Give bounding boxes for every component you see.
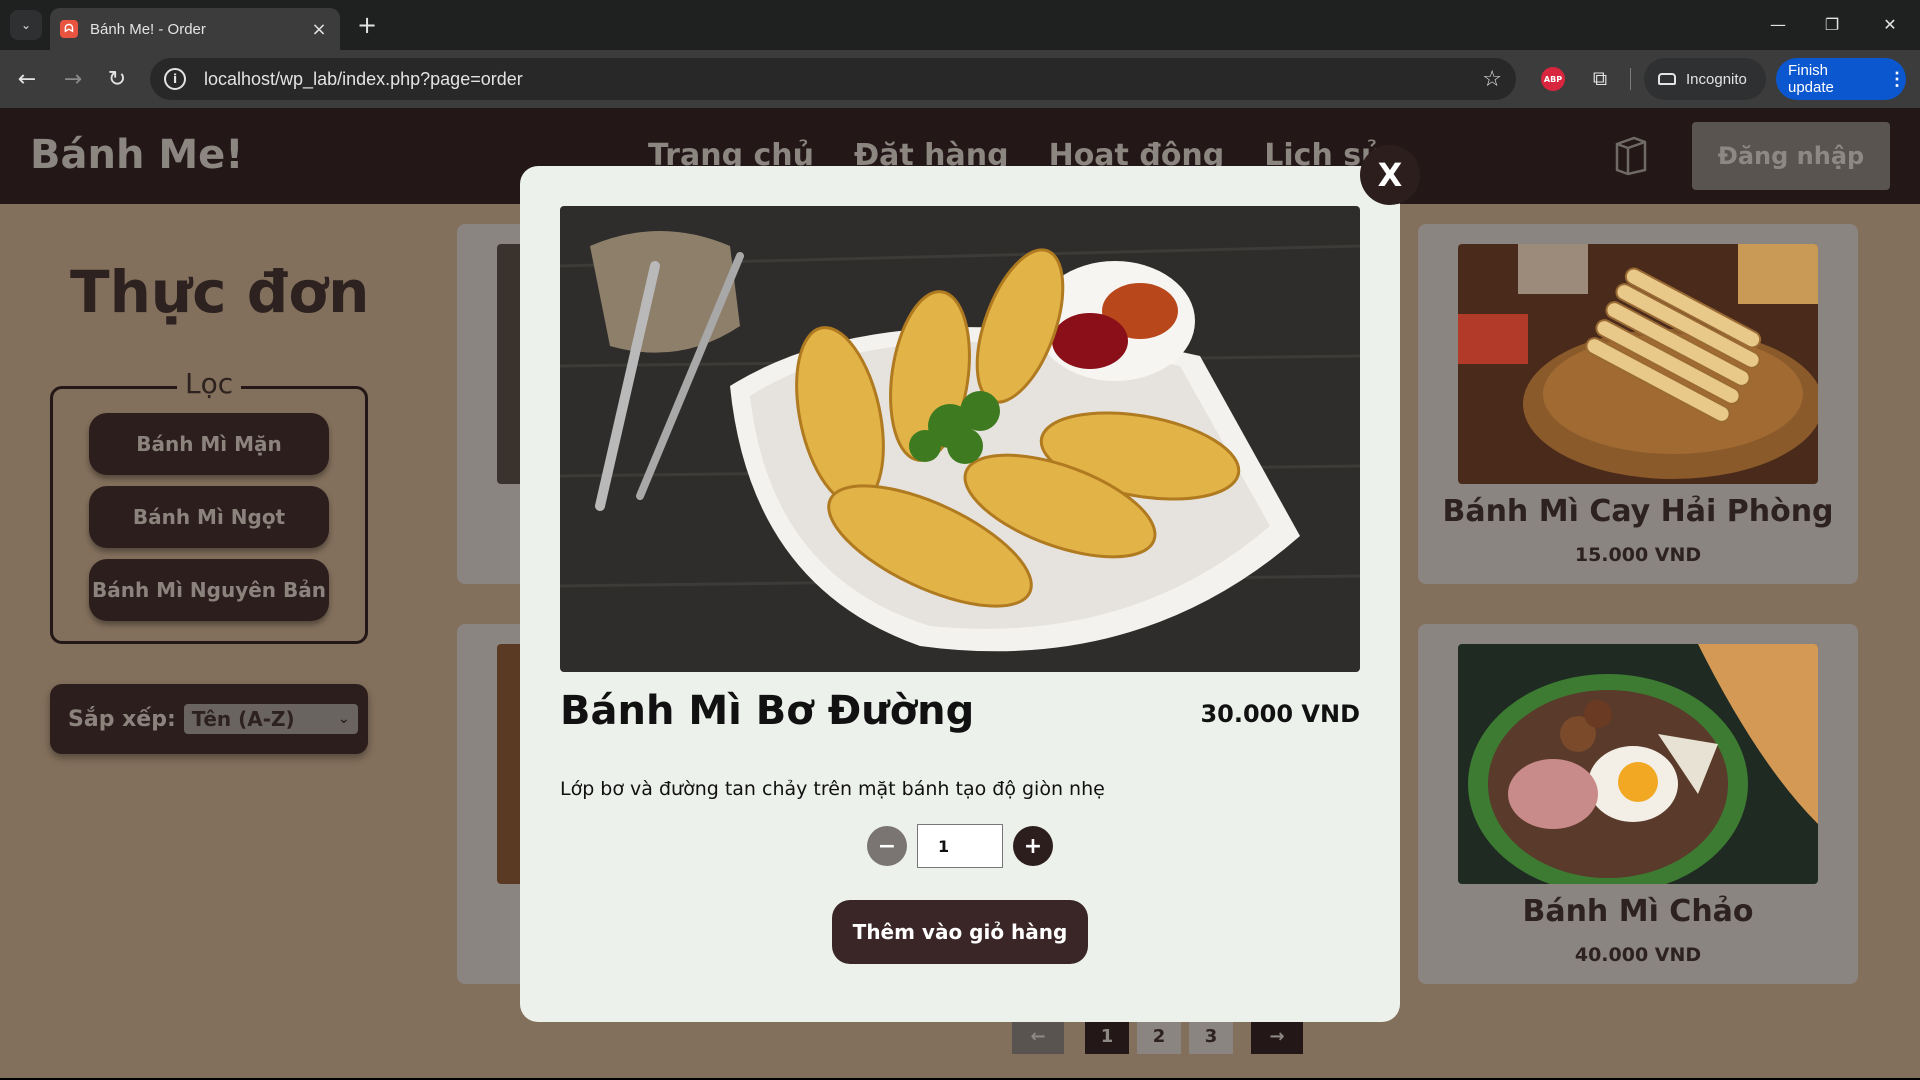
- adblock-icon[interactable]: ABP: [1541, 67, 1565, 91]
- product-detail-image: [560, 206, 1360, 672]
- browser-tabstrip: ⌄ ᗣ Bánh Me! - Order × + — ❐ ✕: [0, 0, 1920, 50]
- close-window-icon[interactable]: ✕: [1870, 8, 1910, 40]
- forward-icon[interactable]: →: [56, 62, 90, 96]
- toolbar-divider: [1630, 68, 1631, 90]
- extensions-icon[interactable]: ⧉: [1586, 64, 1614, 92]
- pagination-next[interactable]: →: [1251, 1018, 1303, 1054]
- bookmark-star-icon[interactable]: ☆: [1482, 67, 1502, 92]
- site-logo[interactable]: Bánh Me!: [30, 132, 244, 178]
- incognito-label: Incognito: [1686, 70, 1747, 88]
- finish-update-label: Finish update: [1788, 62, 1834, 96]
- sort-panel: Sắp xếp: Tên (A-Z) ⌄: [50, 684, 368, 754]
- reload-icon[interactable]: ↻: [100, 62, 134, 96]
- minimize-icon[interactable]: —: [1758, 8, 1798, 40]
- filter-button-original[interactable]: Bánh Mì Nguyên Bản: [89, 559, 329, 621]
- url-text[interactable]: localhost/wp_lab/index.php?page=order: [204, 69, 1482, 90]
- address-bar[interactable]: i localhost/wp_lab/index.php?page=order …: [150, 58, 1516, 100]
- add-to-cart-button[interactable]: Thêm vào giỏ hàng: [832, 900, 1088, 964]
- quantity-input[interactable]: 1: [917, 824, 1003, 868]
- incognito-icon: [1658, 73, 1676, 85]
- favicon-icon: ᗣ: [60, 20, 78, 38]
- pagination-page-1[interactable]: 1: [1085, 1018, 1129, 1054]
- sort-select[interactable]: Tên (A-Z) ⌄: [183, 704, 358, 734]
- modal-product-description: Lớp bơ và đường tan chảy trên mặt bánh t…: [560, 778, 1105, 800]
- site-info-icon[interactable]: i: [164, 68, 186, 90]
- browser-toolbar: ← → ↻ i localhost/wp_lab/index.php?page=…: [0, 50, 1920, 108]
- product-name: Bánh Mì Cay Hải Phòng: [1442, 494, 1834, 529]
- product-card[interactable]: Bánh Mì Chảo 40.000 VND: [1418, 624, 1858, 984]
- menu-title: Thực đơn: [70, 258, 370, 326]
- cart-icon[interactable]: [1614, 134, 1648, 176]
- pagination-prev[interactable]: ←: [1012, 1018, 1064, 1054]
- product-image: [1458, 644, 1818, 884]
- filter-button-savory[interactable]: Bánh Mì Mặn: [89, 413, 329, 475]
- pagination-page-3[interactable]: 3: [1189, 1018, 1233, 1054]
- modal-product-price: 30.000 VND: [1200, 700, 1360, 728]
- modal-product-title: Bánh Mì Bơ Đường: [560, 688, 975, 734]
- restore-icon[interactable]: ❐: [1812, 8, 1852, 40]
- chevron-down-icon: ⌄: [338, 711, 350, 727]
- login-button[interactable]: Đăng nhập: [1692, 122, 1890, 190]
- quantity-increase-button[interactable]: +: [1013, 826, 1053, 866]
- quantity-decrease-button[interactable]: −: [867, 826, 907, 866]
- sort-label: Sắp xếp:: [68, 706, 176, 732]
- close-tab-icon[interactable]: ×: [308, 19, 330, 40]
- tab-title: Bánh Me! - Order: [90, 20, 206, 38]
- product-modal: Bánh Mì Bơ Đường 30.000 VND Lớp bơ và đư…: [520, 166, 1400, 1022]
- back-icon[interactable]: ←: [10, 62, 44, 96]
- product-card[interactable]: Bánh Mì Cay Hải Phòng 15.000 VND: [1418, 224, 1858, 584]
- filter-button-sweet[interactable]: Bánh Mì Ngọt: [89, 486, 329, 548]
- new-tab-button[interactable]: +: [352, 10, 382, 40]
- more-menu-icon: ⋮: [1888, 68, 1906, 89]
- sort-select-value: Tên (A-Z): [191, 707, 295, 731]
- product-price: 40.000 VND: [1574, 944, 1702, 966]
- modal-close-button[interactable]: X: [1360, 145, 1420, 205]
- incognito-button[interactable]: Incognito: [1644, 58, 1766, 100]
- product-name: Bánh Mì Chảo: [1522, 894, 1754, 929]
- browser-tab-active[interactable]: ᗣ Bánh Me! - Order ×: [50, 8, 340, 50]
- product-image: [1458, 244, 1818, 484]
- pagination-page-2[interactable]: 2: [1137, 1018, 1181, 1054]
- product-price: 15.000 VND: [1574, 544, 1702, 566]
- tab-search-button[interactable]: ⌄: [10, 10, 42, 40]
- finish-update-button[interactable]: Finish update ⋮: [1776, 58, 1906, 100]
- filter-legend: Lọc: [177, 367, 242, 400]
- filter-panel: Lọc Bánh Mì Mặn Bánh Mì Ngọt Bánh Mì Ngu…: [50, 367, 368, 644]
